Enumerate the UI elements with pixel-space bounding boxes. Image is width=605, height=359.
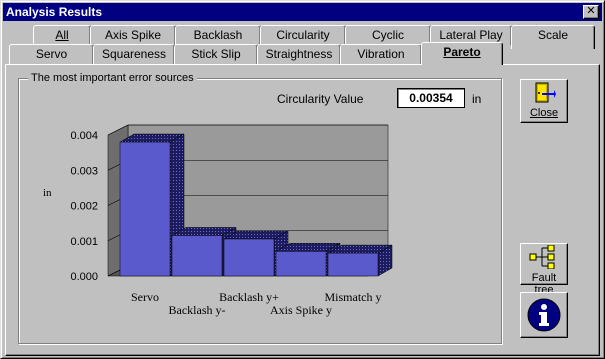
tab-squareness[interactable]: Squareness — [93, 44, 175, 64]
bar — [119, 141, 171, 277]
x-category-label: Axis Spike y — [270, 303, 332, 317]
tab-straightness-label: Straightness — [265, 47, 333, 61]
group-label: The most important error sources — [28, 72, 197, 84]
x-category-label: Servo — [131, 290, 159, 304]
y-tick-label: 0.003 — [70, 165, 98, 177]
x-category-label: Mismatch y — [325, 290, 382, 304]
tab-servo[interactable]: Servo — [9, 44, 94, 64]
tab-cyclic[interactable]: Cyclic — [345, 25, 431, 45]
window-close-button[interactable]: ✕ — [583, 5, 599, 19]
bar — [223, 238, 275, 277]
y-tick-label: 0.000 — [70, 271, 98, 283]
tab-all-label: All — [55, 28, 69, 42]
bar — [327, 252, 379, 277]
fault-tree-button[interactable]: Fault tree — [520, 243, 568, 296]
fault-tree-icon — [529, 244, 555, 270]
tab-circularity[interactable]: Circularity — [260, 25, 346, 45]
tab-vibration[interactable]: Vibration — [340, 44, 422, 64]
circularity-unit-label: in — [472, 92, 482, 106]
tab-cyclic-label: Cyclic — [372, 28, 404, 42]
window-title: Analysis Results — [6, 5, 103, 19]
tab-scale-label: Scale — [537, 28, 569, 42]
tab-lateral-play-label: Lateral Play — [439, 28, 503, 42]
tab-pareto-label: Pareto — [443, 45, 481, 59]
tab-straightness[interactable]: Straightness — [257, 44, 341, 64]
tab-scale[interactable]: Scale — [511, 25, 595, 49]
y-tick-label: 0.004 — [70, 130, 98, 142]
x-category-label: Backlash y- — [169, 303, 226, 317]
tab-servo-label: Servo — [35, 47, 68, 61]
tab-backlash[interactable]: Backlash — [175, 25, 261, 45]
y-axis-label: in — [43, 187, 52, 199]
analysis-results-window: Analysis Results ✕ All Axis Spike Backla… — [0, 0, 605, 359]
tab-axis-spike[interactable]: Axis Spike — [90, 25, 176, 45]
info-icon — [527, 298, 561, 332]
tab-circularity-label: Circularity — [276, 28, 330, 42]
bar — [275, 251, 327, 277]
info-button[interactable] — [520, 292, 568, 338]
bar — [171, 235, 223, 277]
tab-axis-spike-label: Axis Spike — [104, 28, 162, 42]
tab-backlash-label: Backlash — [193, 28, 243, 42]
y-tick-label: 0.001 — [70, 236, 98, 248]
pareto-chart: 0.000 0.001 0.002 0.003 0.004 in Servo Backlash… — [43, 124, 393, 317]
tab-all[interactable]: All — [33, 25, 91, 45]
circularity-value-field: 0.00354 — [397, 88, 465, 108]
x-category-label: Backlash y+ — [219, 290, 279, 304]
tab-pareto[interactable]: Pareto — [421, 42, 503, 65]
tab-squareness-label: Squareness — [101, 47, 167, 61]
title-bar: Analysis Results ✕ — [3, 3, 602, 21]
tab-stick-slip-label: Stick Slip — [191, 47, 241, 61]
door-exit-icon — [535, 82, 556, 103]
close-button-label: Close — [529, 107, 559, 119]
y-tick-label: 0.002 — [70, 201, 98, 213]
close-button[interactable]: Close — [520, 79, 568, 123]
tab-stick-slip[interactable]: Stick Slip — [174, 44, 258, 64]
tab-vibration-label: Vibration — [357, 47, 405, 61]
circularity-value-label: Circularity Value — [277, 92, 364, 106]
